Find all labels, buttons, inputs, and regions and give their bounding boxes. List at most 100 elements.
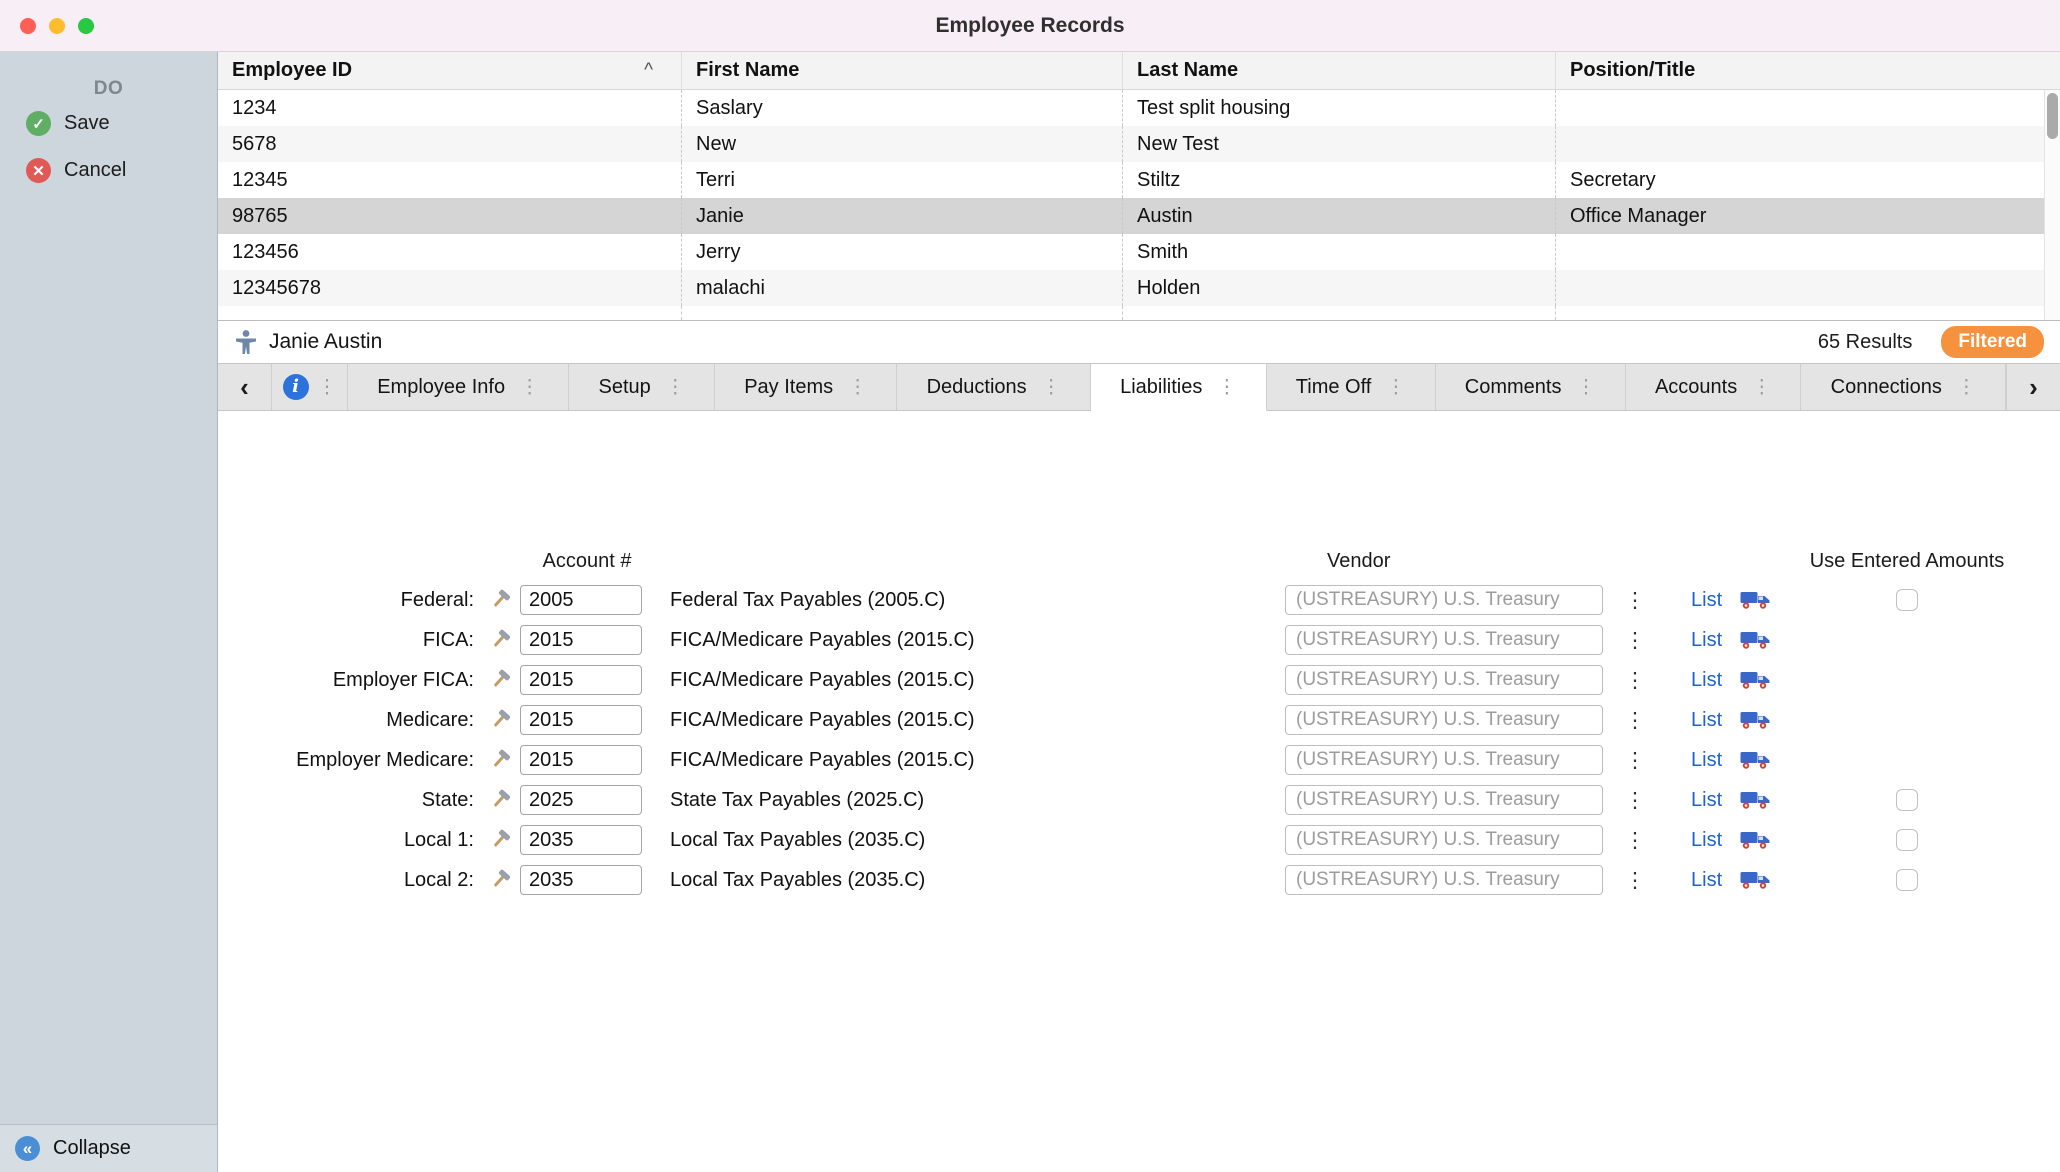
vendor-menu-icon[interactable]: ⋮	[1615, 748, 1655, 773]
vendor-input[interactable]	[1285, 625, 1603, 655]
use-entered-amounts-checkbox[interactable]	[1896, 789, 1918, 811]
close-window-button[interactable]	[20, 18, 36, 34]
list-link[interactable]: List	[1655, 709, 1725, 732]
account-number-input[interactable]	[520, 665, 642, 695]
vendor-menu-icon[interactable]: ⋮	[1615, 588, 1655, 613]
tab-menu-icon[interactable]: ⋮	[1386, 378, 1405, 397]
tab-menu-icon[interactable]: ⋮	[848, 378, 867, 397]
vendor-menu-icon[interactable]: ⋮	[1615, 828, 1655, 853]
vendor-menu-icon[interactable]: ⋮	[1615, 668, 1655, 693]
truck-icon[interactable]	[1740, 589, 1770, 611]
column-header-employee-id[interactable]: Employee ID ^	[218, 52, 682, 89]
column-header-label: Employee ID	[232, 59, 352, 82]
hammer-icon[interactable]	[488, 748, 512, 772]
save-button[interactable]: ✓ Save	[0, 100, 217, 147]
table-row[interactable]: 12345 Terri Stiltz Secretary	[218, 162, 2060, 198]
tabs-scroll-left-button[interactable]: ‹	[218, 364, 272, 410]
column-header-position-title[interactable]: Position/Title	[1556, 52, 2060, 89]
vendor-input[interactable]	[1285, 665, 1603, 695]
account-description: Local Tax Payables (2035.C)	[654, 829, 1285, 852]
save-check-icon: ✓	[26, 111, 51, 136]
vendor-menu-icon[interactable]: ⋮	[1615, 628, 1655, 653]
tab-menu-icon[interactable]: ⋮	[1957, 378, 1976, 397]
cancel-button[interactable]: ✕ Cancel	[0, 147, 217, 194]
truck-icon[interactable]	[1740, 629, 1770, 651]
truck-icon[interactable]	[1740, 829, 1770, 851]
list-link[interactable]: List	[1655, 869, 1725, 892]
tab-menu-icon[interactable]: ⋮	[666, 378, 685, 397]
hammer-icon[interactable]	[488, 828, 512, 852]
account-number-input[interactable]	[520, 585, 642, 615]
vendor-input[interactable]	[1285, 785, 1603, 815]
tab-pay-items[interactable]: Pay Items ⋮	[715, 364, 897, 410]
employee-records-window: Employee Records DO ✓ Save ✕ Cancel « Co…	[0, 0, 2060, 1172]
cell-position-title: Secretary	[1556, 162, 2060, 198]
use-entered-amounts-checkbox[interactable]	[1896, 869, 1918, 891]
truck-icon[interactable]	[1740, 789, 1770, 811]
vendor-input[interactable]	[1285, 865, 1603, 895]
tab-menu-icon[interactable]: ⋮	[520, 378, 539, 397]
account-number-input[interactable]	[520, 825, 642, 855]
truck-icon[interactable]	[1740, 749, 1770, 771]
vendor-menu-icon[interactable]: ⋮	[1615, 708, 1655, 733]
vendor-input[interactable]	[1285, 825, 1603, 855]
table-scrollbar-thumb[interactable]	[2047, 93, 2058, 139]
account-number-input[interactable]	[520, 745, 642, 775]
list-link[interactable]: List	[1655, 669, 1725, 692]
tab-time-off[interactable]: Time Off ⋮	[1267, 364, 1436, 410]
truck-icon[interactable]	[1740, 709, 1770, 731]
tabs-scroll-right-button[interactable]: ›	[2006, 364, 2060, 410]
tab-menu-icon[interactable]: ⋮	[1217, 378, 1236, 397]
tab-comments[interactable]: Comments ⋮	[1436, 364, 1626, 410]
tab-menu-icon[interactable]: ⋮	[1752, 378, 1771, 397]
table-scrollbar-track[interactable]	[2044, 90, 2060, 320]
tab-accounts[interactable]: Accounts ⋮	[1626, 364, 1802, 410]
list-link[interactable]: List	[1655, 629, 1725, 652]
hammer-icon[interactable]	[488, 628, 512, 652]
truck-icon[interactable]	[1740, 869, 1770, 891]
table-row[interactable]: 123456 Jerry Smith	[218, 234, 2060, 270]
zoom-window-button[interactable]	[78, 18, 94, 34]
tab-deductions[interactable]: Deductions ⋮	[897, 364, 1091, 410]
tab-setup[interactable]: Setup ⋮	[569, 364, 715, 410]
hammer-icon[interactable]	[488, 708, 512, 732]
account-number-input[interactable]	[520, 785, 642, 815]
tab-liabilities[interactable]: Liabilities ⋮	[1091, 364, 1267, 411]
list-link[interactable]: List	[1655, 749, 1725, 772]
tab-info[interactable]: i ⋮	[272, 364, 348, 410]
filtered-badge[interactable]: Filtered	[1941, 326, 2044, 358]
column-header-first-name[interactable]: First Name	[682, 52, 1123, 89]
list-link[interactable]: List	[1655, 589, 1725, 612]
account-number-input[interactable]	[520, 705, 642, 735]
column-header-last-name[interactable]: Last Name	[1123, 52, 1556, 89]
list-link[interactable]: List	[1655, 829, 1725, 852]
minimize-window-button[interactable]	[49, 18, 65, 34]
use-entered-amounts-checkbox[interactable]	[1896, 589, 1918, 611]
vendor-menu-icon[interactable]: ⋮	[1615, 868, 1655, 893]
hammer-icon[interactable]	[488, 788, 512, 812]
hammer-icon[interactable]	[488, 668, 512, 692]
info-tab-menu-icon[interactable]: ⋮	[318, 378, 337, 397]
use-entered-amounts-checkbox[interactable]	[1896, 829, 1918, 851]
vendor-input[interactable]	[1285, 705, 1603, 735]
vendor-menu-icon[interactable]: ⋮	[1615, 788, 1655, 813]
account-number-input[interactable]	[520, 625, 642, 655]
vendor-input[interactable]	[1285, 745, 1603, 775]
tab-menu-icon[interactable]: ⋮	[1577, 378, 1596, 397]
table-row[interactable]: 1234 Saslary Test split housing	[218, 90, 2060, 126]
table-row[interactable]: 12345678 malachi Holden	[218, 270, 2060, 306]
tab-connections[interactable]: Connections ⋮	[1801, 364, 2006, 410]
liability-label: Federal:	[218, 589, 480, 612]
hammer-icon[interactable]	[488, 588, 512, 612]
table-row[interactable]: 5678 New New Test	[218, 126, 2060, 162]
vendor-header: Vendor	[1285, 550, 1615, 573]
account-number-input[interactable]	[520, 865, 642, 895]
table-row[interactable]: 98765 Janie Austin Office Manager	[218, 198, 2060, 234]
vendor-input[interactable]	[1285, 585, 1603, 615]
collapse-button[interactable]: « Collapse	[0, 1124, 217, 1172]
hammer-icon[interactable]	[488, 868, 512, 892]
tab-employee-info[interactable]: Employee Info ⋮	[348, 364, 569, 410]
list-link[interactable]: List	[1655, 789, 1725, 812]
tab-menu-icon[interactable]: ⋮	[1042, 378, 1061, 397]
truck-icon[interactable]	[1740, 669, 1770, 691]
